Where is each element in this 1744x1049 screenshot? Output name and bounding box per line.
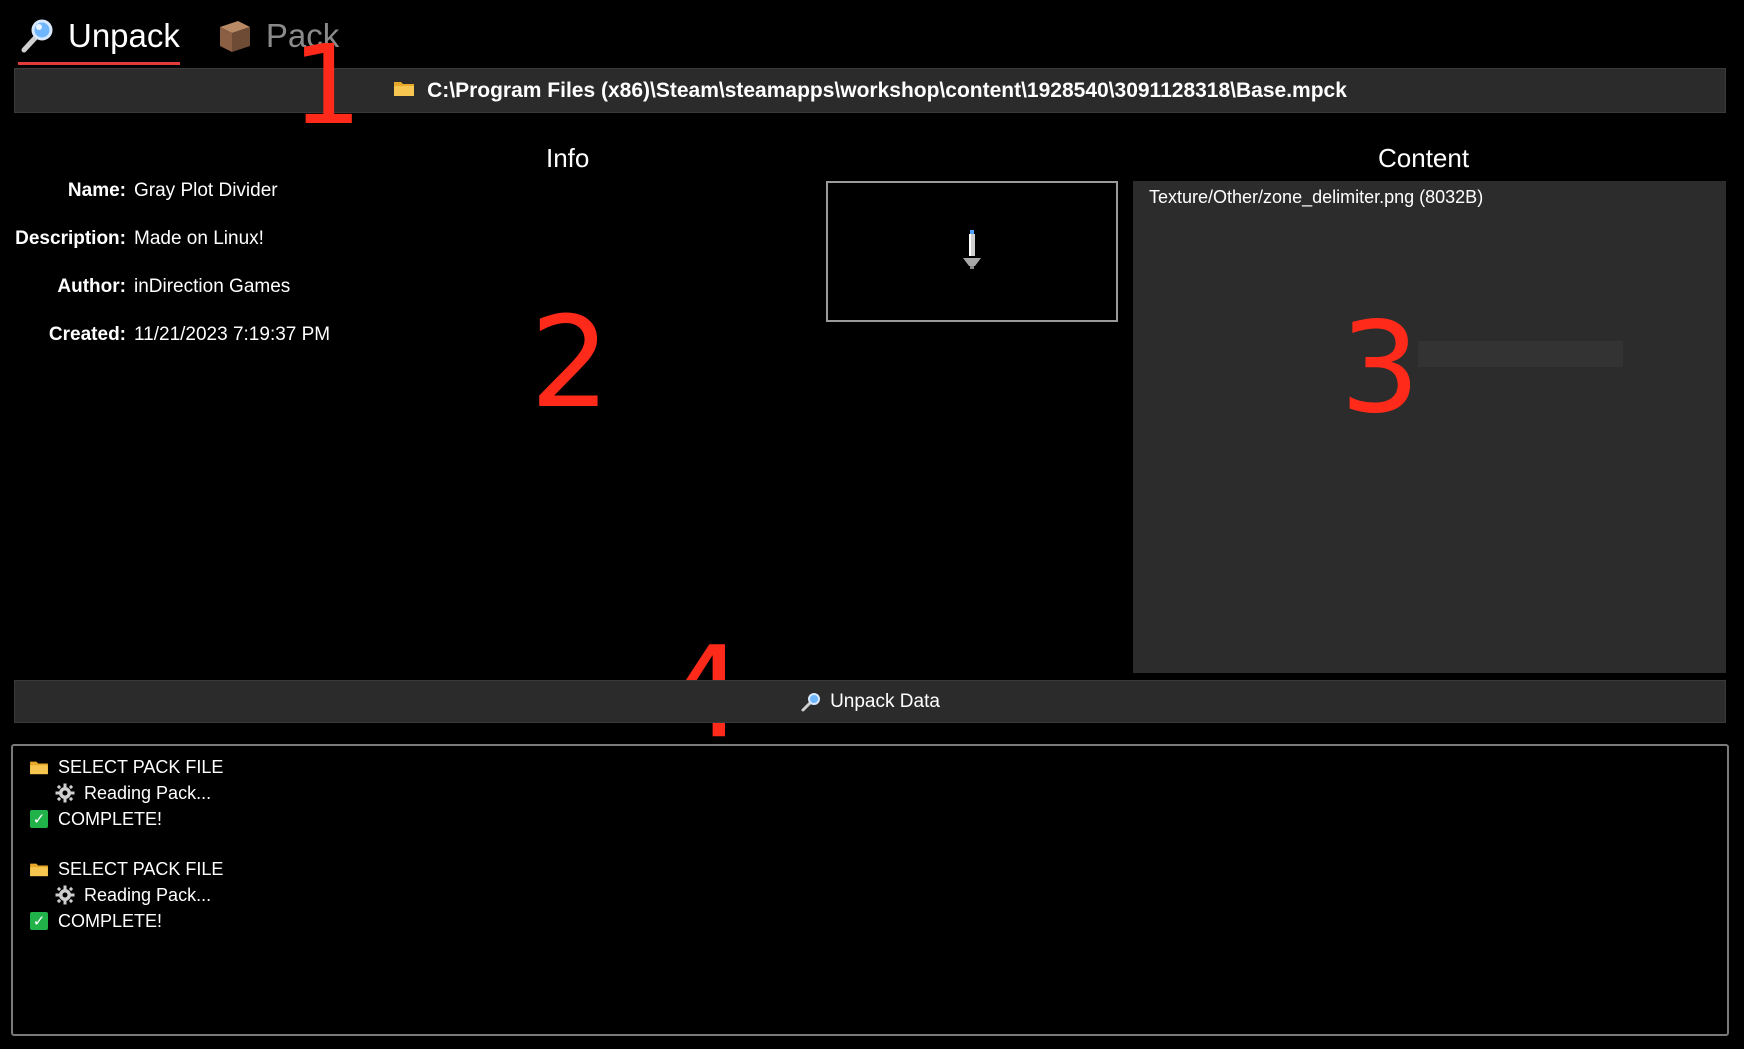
info-row-created: Created: 11/21/2023 7:19:37 PM <box>0 324 380 372</box>
magnifier-icon <box>18 17 56 55</box>
gear-icon <box>55 783 75 803</box>
folder-icon <box>29 757 49 777</box>
unpack-data-button[interactable]: Unpack Data <box>14 680 1726 723</box>
info-label: Created: <box>48 324 126 345</box>
log-entry: SELECT PACK FILE <box>13 856 1727 882</box>
info-label: Name: <box>67 180 126 201</box>
log-entry: Reading Pack... <box>13 882 1727 908</box>
tab-unpack-label: Unpack <box>68 17 180 54</box>
log-entry: ✓ COMPLETE! <box>13 908 1727 934</box>
pack-file-path: C:\Program Files (x86)\Steam\steamapps\w… <box>427 78 1347 102</box>
info-row-description: Description: Made on Linux! <box>0 228 380 276</box>
info-label: Author: <box>57 276 126 297</box>
log-text: Reading Pack... <box>84 782 212 803</box>
check-icon: ✓ <box>29 809 49 829</box>
magnifier-icon <box>800 691 822 713</box>
log-spacer <box>13 832 1727 856</box>
post-divider-icon <box>959 228 985 275</box>
info-panel: Name: Gray Plot Divider Description: Mad… <box>0 180 380 372</box>
log-text: COMPLETE! <box>58 910 163 931</box>
annotation-3: 3 <box>1340 294 1421 441</box>
content-list-item[interactable]: Texture/Other/zone_delimiter.png (8032B) <box>1133 181 1726 208</box>
annotation-1: 1 <box>292 21 362 149</box>
pack-file-path-button[interactable]: C:\Program Files (x86)\Steam\steamapps\w… <box>14 68 1726 113</box>
info-header: Info <box>546 143 590 173</box>
annotation-2: 2 <box>530 289 611 436</box>
box-icon <box>216 17 254 55</box>
tab-unpack[interactable]: Unpack <box>18 11 180 65</box>
info-label: Description: <box>15 228 126 249</box>
info-value: inDirection Games <box>134 276 291 297</box>
unpack-data-label: Unpack Data <box>830 690 940 712</box>
mpck-tool-window: Unpack Pack C:\Program Files (x86)\Steam… <box>0 0 1744 1049</box>
log-text: SELECT PACK FILE <box>58 858 224 879</box>
info-value: 11/21/2023 7:19:37 PM <box>134 324 331 345</box>
content-header: Content <box>1378 143 1470 173</box>
folder-icon <box>29 859 49 879</box>
content-placeholder <box>1418 341 1623 367</box>
log-entry: ✓ COMPLETE! <box>13 806 1727 832</box>
gear-icon <box>55 885 75 905</box>
check-icon: ✓ <box>29 911 49 931</box>
info-value: Gray Plot Divider <box>134 180 278 201</box>
log-text: COMPLETE! <box>58 808 163 829</box>
texture-preview <box>826 181 1118 322</box>
log-console[interactable]: SELECT PACK FILE Reading Pack... ✓ COMPL… <box>11 744 1729 1036</box>
info-row-author: Author: inDirection Games <box>0 276 380 324</box>
log-text: SELECT PACK FILE <box>58 756 224 777</box>
content-list[interactable]: Texture/Other/zone_delimiter.png (8032B) <box>1133 181 1726 673</box>
log-text: Reading Pack... <box>84 884 212 905</box>
folder-icon <box>393 79 415 103</box>
log-entry: Reading Pack... <box>13 780 1727 806</box>
log-entry: SELECT PACK FILE <box>13 754 1727 780</box>
info-value: Made on Linux! <box>134 228 264 249</box>
info-row-name: Name: Gray Plot Divider <box>0 180 380 228</box>
